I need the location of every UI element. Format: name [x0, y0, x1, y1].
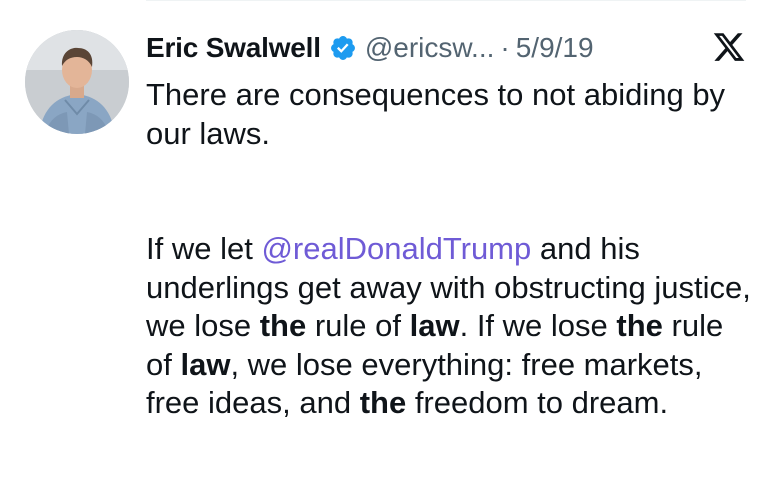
bold-word: the — [616, 308, 663, 343]
tweet-paragraph-1: There are consequences to not abiding by… — [146, 77, 726, 151]
tweet-card[interactable]: Eric Swalwell @ericsw... · 5/9/19 There … — [0, 0, 766, 499]
text-segment: rule of — [306, 308, 410, 343]
mention-link[interactable]: @realDonaldTrump — [261, 231, 531, 266]
tweet-header: Eric Swalwell @ericsw... · 5/9/19 — [146, 26, 746, 70]
x-logo-icon[interactable] — [712, 30, 746, 64]
divider — [146, 0, 746, 1]
tweet-date[interactable]: 5/9/19 — [516, 32, 594, 64]
avatar[interactable] — [25, 30, 129, 134]
avatar-photo — [25, 30, 129, 134]
text-segment: If we let — [146, 231, 262, 266]
separator-dot: · — [500, 32, 510, 63]
text-segment: . If we lose — [459, 308, 617, 343]
author-handle[interactable]: @ericsw... — [365, 32, 495, 64]
bold-word: the — [359, 385, 407, 420]
bold-word: law — [180, 346, 231, 382]
tweet-paragraph-2: If we let @realDonaldTrump and his under… — [146, 230, 756, 423]
bold-word: the — [259, 308, 307, 343]
bold-word: law — [409, 308, 460, 343]
verified-badge-icon — [329, 34, 357, 62]
tweet-text: There are consequences to not abiding by… — [146, 76, 756, 423]
author-name[interactable]: Eric Swalwell — [146, 32, 321, 64]
text-segment: freedom to dream. — [406, 385, 669, 420]
